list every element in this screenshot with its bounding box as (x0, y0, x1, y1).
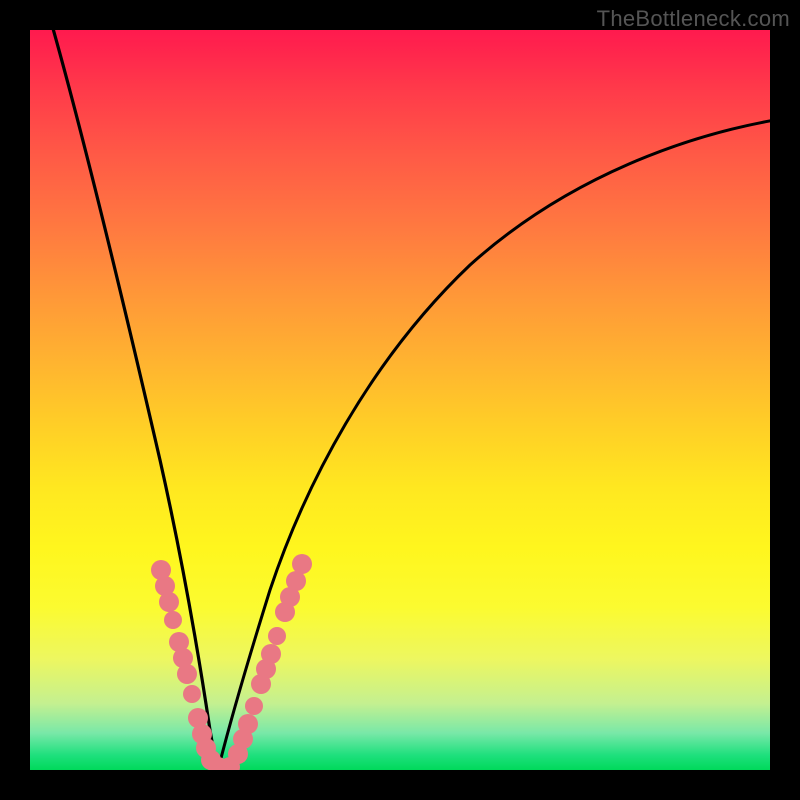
curve-right-branch (218, 120, 770, 770)
plot-area (30, 30, 770, 770)
curve-layer (30, 30, 770, 770)
watermark-text: TheBottleneck.com (597, 6, 790, 32)
curve-left-branch (52, 30, 218, 770)
marker-cluster (151, 554, 312, 770)
chart-frame: TheBottleneck.com (0, 0, 800, 800)
